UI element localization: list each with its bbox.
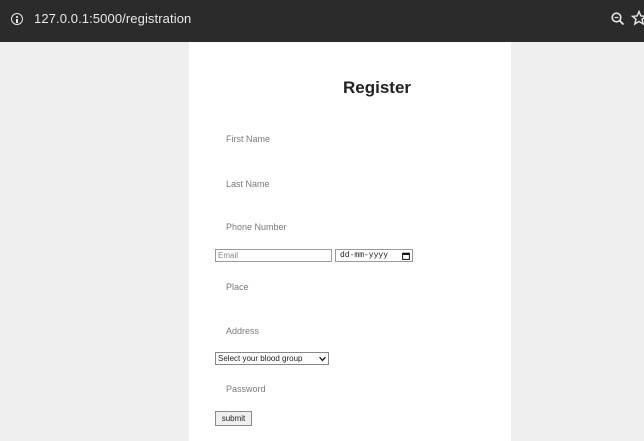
registration-form: Register dd-mm-yyyy Select your blood gr… [189, 42, 511, 441]
email-input[interactable] [215, 249, 332, 262]
calendar-icon[interactable] [402, 252, 410, 260]
submit-button[interactable]: submit [215, 411, 252, 426]
first-name-input[interactable] [226, 130, 446, 148]
date-input-text: dd-mm-yyyy [340, 251, 389, 260]
blood-group-selected-value: Select your blood group [218, 354, 303, 363]
password-input[interactable] [226, 380, 446, 398]
info-icon[interactable] [11, 13, 23, 25]
address-bar-url[interactable]: 127.0.0.1:5000/registration [34, 11, 191, 26]
chevron-down-icon [319, 356, 326, 362]
browser-toolbar: 127.0.0.1:5000/registration [0, 0, 644, 42]
zoom-icon[interactable] [610, 11, 626, 27]
blood-group-select[interactable]: Select your blood group [215, 352, 329, 365]
address-input[interactable] [226, 322, 446, 340]
date-input[interactable]: dd-mm-yyyy [335, 249, 413, 262]
form-title: Register [342, 78, 412, 97]
place-input[interactable] [226, 278, 446, 296]
last-name-input[interactable] [226, 175, 446, 193]
phone-number-input[interactable] [226, 218, 446, 236]
star-icon[interactable] [631, 10, 644, 26]
